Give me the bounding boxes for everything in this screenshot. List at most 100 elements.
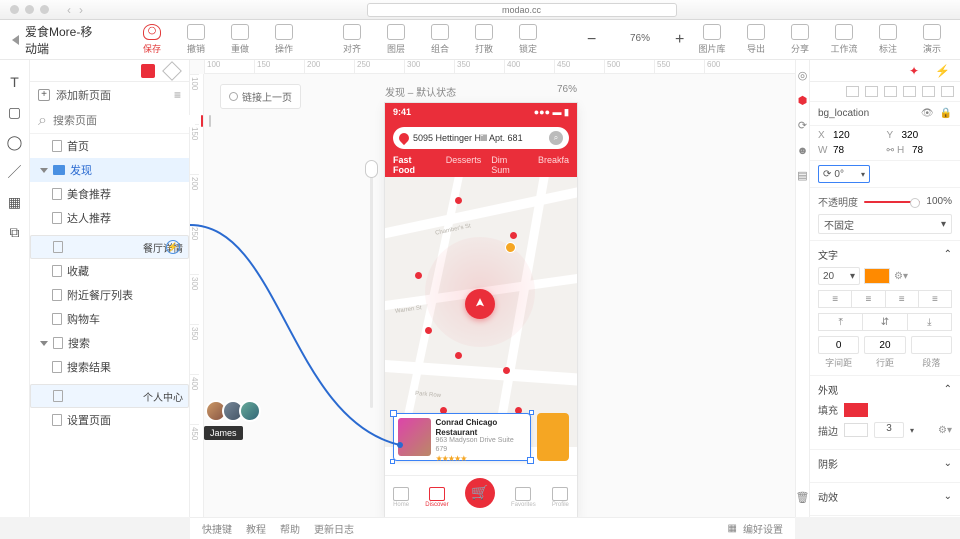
- align-right-icon[interactable]: [884, 86, 897, 97]
- w-input[interactable]: [833, 145, 873, 156]
- page-search-input[interactable]: [53, 115, 195, 127]
- tab-discover[interactable]: Discover: [425, 487, 448, 508]
- list-view-icon[interactable]: [201, 115, 203, 127]
- redo-button[interactable]: 重做: [226, 24, 254, 55]
- align-button[interactable]: 对齐: [338, 24, 366, 55]
- map-area[interactable]: Chamber's St Warren St Park Row: [385, 177, 577, 447]
- page-row[interactable]: 个人中心: [30, 384, 189, 408]
- page-row[interactable]: 设置页面: [30, 408, 189, 432]
- link-prev-chip[interactable]: 链接上一页: [220, 84, 301, 109]
- grid-toggle-icon[interactable]: ▦: [728, 523, 737, 534]
- fx-header[interactable]: 动效: [818, 489, 838, 504]
- stroke-swatch[interactable]: [844, 423, 868, 437]
- page-row[interactable]: 达人推荐: [30, 206, 189, 230]
- add-page-row[interactable]: + 添加新页面 ≡: [30, 82, 189, 108]
- edit-settings[interactable]: 编好设置: [743, 521, 783, 536]
- changelog-link[interactable]: 更新日志: [314, 521, 354, 536]
- tab-profile[interactable]: Profile: [552, 487, 569, 508]
- shortcuts-link[interactable]: 快捷键: [202, 521, 232, 536]
- x-input[interactable]: [833, 130, 873, 141]
- page-row[interactable]: 首页: [30, 134, 189, 158]
- rotation-input[interactable]: ⟳0°▾: [818, 165, 870, 183]
- search-icon[interactable]: ⌕: [549, 131, 563, 145]
- back-icon[interactable]: [12, 35, 19, 45]
- cube-icon[interactable]: ⬢: [795, 93, 810, 108]
- visibility-icon[interactable]: 👁: [921, 108, 934, 119]
- zoom-out[interactable]: −: [582, 33, 610, 47]
- image-lib-button[interactable]: 图片库: [698, 24, 726, 55]
- grid-view-icon[interactable]: [209, 115, 211, 127]
- grid-icon[interactable]: ▤: [795, 168, 810, 183]
- locate-button[interactable]: [465, 289, 495, 319]
- zoom-level[interactable]: 76%: [626, 33, 654, 44]
- preview-button[interactable]: 演示: [918, 24, 946, 55]
- page-row[interactable]: 附近餐厅列表: [30, 283, 189, 307]
- zoom-in[interactable]: +: [670, 33, 698, 47]
- page-row[interactable]: 购物车: [30, 307, 189, 331]
- h-input[interactable]: [912, 145, 952, 156]
- page-row[interactable]: 美食推荐: [30, 182, 189, 206]
- tab-home[interactable]: Home: [393, 487, 409, 508]
- save-button[interactable]: 保存: [138, 24, 166, 55]
- tab-favorites[interactable]: Favorites: [511, 487, 536, 508]
- opacity-slider[interactable]: [864, 201, 920, 203]
- page-row[interactable]: 收藏: [30, 259, 189, 283]
- gear-icon[interactable]: ⚙▾: [938, 425, 952, 436]
- cat-tab[interactable]: Breakfa: [538, 155, 569, 169]
- design-tab-icon[interactable]: ✦: [909, 64, 919, 78]
- layer-name[interactable]: bg_location: [818, 108, 915, 119]
- group-button[interactable]: 组合: [426, 24, 454, 55]
- image-tool[interactable]: ▦: [7, 194, 23, 210]
- scroll-thumb[interactable]: [365, 160, 378, 178]
- url-bar[interactable]: modao.cc: [367, 3, 677, 17]
- para-spacing[interactable]: [911, 336, 952, 354]
- cart-fab[interactable]: 🛒: [465, 478, 495, 508]
- project-title[interactable]: 爱食More-移动端: [12, 23, 98, 57]
- restaurant-card-selected[interactable]: Conrad Chicago Restaurant 963 Madyson Dr…: [393, 413, 531, 461]
- canvas[interactable]: 100150200250300350400450500550600 100150…: [190, 60, 795, 517]
- cat-tab[interactable]: Dim Sum: [491, 155, 528, 179]
- valign-t[interactable]: ⤒: [818, 313, 863, 331]
- export-button[interactable]: 导出: [742, 24, 770, 55]
- collaborator-avatars[interactable]: [205, 400, 256, 422]
- lock-icon[interactable]: 🔒: [940, 108, 952, 119]
- nav-arrows[interactable]: ‹›: [67, 3, 83, 17]
- rect-tool[interactable]: ▢: [7, 104, 23, 120]
- link-icon[interactable]: ⚯: [886, 145, 894, 156]
- font-size-input[interactable]: 20▾: [818, 267, 860, 285]
- interact-tab-icon[interactable]: ⚡: [935, 64, 950, 78]
- face-icon[interactable]: ☻: [795, 143, 810, 158]
- align-j[interactable]: ≡: [918, 290, 952, 308]
- category-tabs[interactable]: Fast Food Desserts Dim Sum Breakfa: [385, 155, 577, 177]
- layer-button[interactable]: 图层: [382, 24, 410, 55]
- address-pill[interactable]: 5095 Hettinger Hill Apt. 681 ⌕: [393, 127, 569, 149]
- trash-icon[interactable]: 🗑: [795, 490, 810, 505]
- align-bottom-icon[interactable]: [941, 86, 954, 97]
- align-r[interactable]: ≡: [885, 290, 919, 308]
- fill-swatch[interactable]: [844, 403, 868, 417]
- valign-b[interactable]: ⤓: [907, 313, 952, 331]
- align-top-icon[interactable]: [903, 86, 916, 97]
- page-row[interactable]: 发现: [30, 158, 189, 182]
- undo-button[interactable]: 撤销: [182, 24, 210, 55]
- sync-icon[interactable]: ⟳: [795, 118, 810, 133]
- text-color-swatch[interactable]: [864, 268, 890, 284]
- align-center-icon[interactable]: [865, 86, 878, 97]
- collapse-icon[interactable]: ⌃: [944, 249, 952, 260]
- char-spacing[interactable]: [818, 336, 859, 354]
- gear-icon[interactable]: ⚙▾: [894, 271, 908, 282]
- cat-tab[interactable]: Desserts: [446, 155, 482, 169]
- lock-button[interactable]: 锁定: [514, 24, 542, 55]
- y-input[interactable]: [901, 130, 941, 141]
- page-row[interactable]: 餐厅详情⚡: [30, 235, 189, 259]
- valign-m[interactable]: ⇵: [862, 313, 907, 331]
- restaurant-card-next[interactable]: [537, 413, 569, 461]
- avatar[interactable]: [239, 400, 261, 422]
- pages-tab-icon[interactable]: [141, 64, 155, 78]
- align-left-icon[interactable]: [846, 86, 859, 97]
- component-tool[interactable]: ⧉: [7, 224, 23, 240]
- align-c[interactable]: ≡: [851, 290, 885, 308]
- page-row[interactable]: 搜索: [30, 331, 189, 355]
- line-tool[interactable]: ／: [7, 164, 23, 180]
- traffic-lights[interactable]: [10, 5, 49, 14]
